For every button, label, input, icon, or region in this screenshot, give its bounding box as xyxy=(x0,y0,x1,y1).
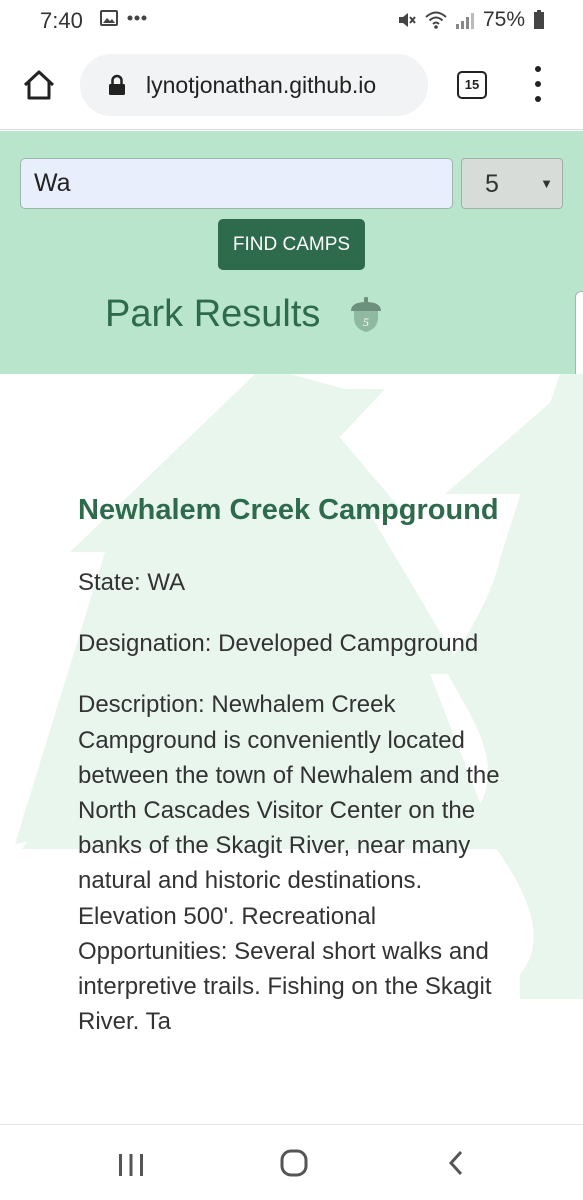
mute-icon xyxy=(398,13,416,27)
search-panel: Wa 5 ▼ FIND CAMPS Park Results 5 xyxy=(0,131,583,521)
status-time: 7:40 xyxy=(40,8,83,33)
signal-icon xyxy=(455,13,474,29)
battery-icon xyxy=(534,10,544,29)
image-notification-icon xyxy=(100,10,118,26)
system-nav-bar xyxy=(0,1124,583,1200)
results-count-value: 5 xyxy=(485,170,499,198)
home-icon[interactable] xyxy=(20,66,58,104)
park-card: Newhalem Creek Campground State: WA Desi… xyxy=(78,490,518,1065)
notification-icons xyxy=(100,10,148,26)
park-designation: Designation: Developed Campground xyxy=(78,630,479,658)
results-list: Newhalem Creek Campground State: WA Desi… xyxy=(0,374,583,1124)
address-bar[interactable]: lynotjonathan.github.io xyxy=(80,54,428,116)
acorn-icon: 5 xyxy=(351,297,381,332)
acorn-badge-count: 5 xyxy=(363,315,369,329)
find-camps-button[interactable]: FIND CAMPS xyxy=(218,219,365,270)
nav-home-icon[interactable] xyxy=(280,1149,308,1177)
search-input[interactable]: Wa xyxy=(20,158,453,209)
back-icon[interactable] xyxy=(446,1149,466,1177)
page-title: Park Results xyxy=(105,293,321,335)
url-text: lynotjonathan.github.io xyxy=(146,72,377,98)
recent-apps-icon[interactable] xyxy=(117,1153,145,1177)
wifi-icon xyxy=(425,11,447,29)
browser-toolbar: lynotjonathan.github.io 15 xyxy=(0,40,583,130)
lock-icon xyxy=(109,74,125,95)
more-notifications-icon xyxy=(127,15,147,21)
status-right: 75% xyxy=(397,8,545,32)
park-description: Description: Newhalem Creek Campground i… xyxy=(78,691,500,1036)
tab-switcher-button[interactable]: 15 xyxy=(457,71,487,99)
park-name: Newhalem Creek Campground xyxy=(78,494,499,526)
dropdown-arrow-icon: ▼ xyxy=(540,176,553,191)
status-bar: 7:40 75% xyxy=(0,0,583,40)
results-count-select[interactable]: 5 ▼ xyxy=(461,158,563,209)
park-state: State: WA xyxy=(78,569,186,596)
battery-text: 75% xyxy=(482,8,525,31)
more-menu-icon[interactable] xyxy=(530,66,546,102)
